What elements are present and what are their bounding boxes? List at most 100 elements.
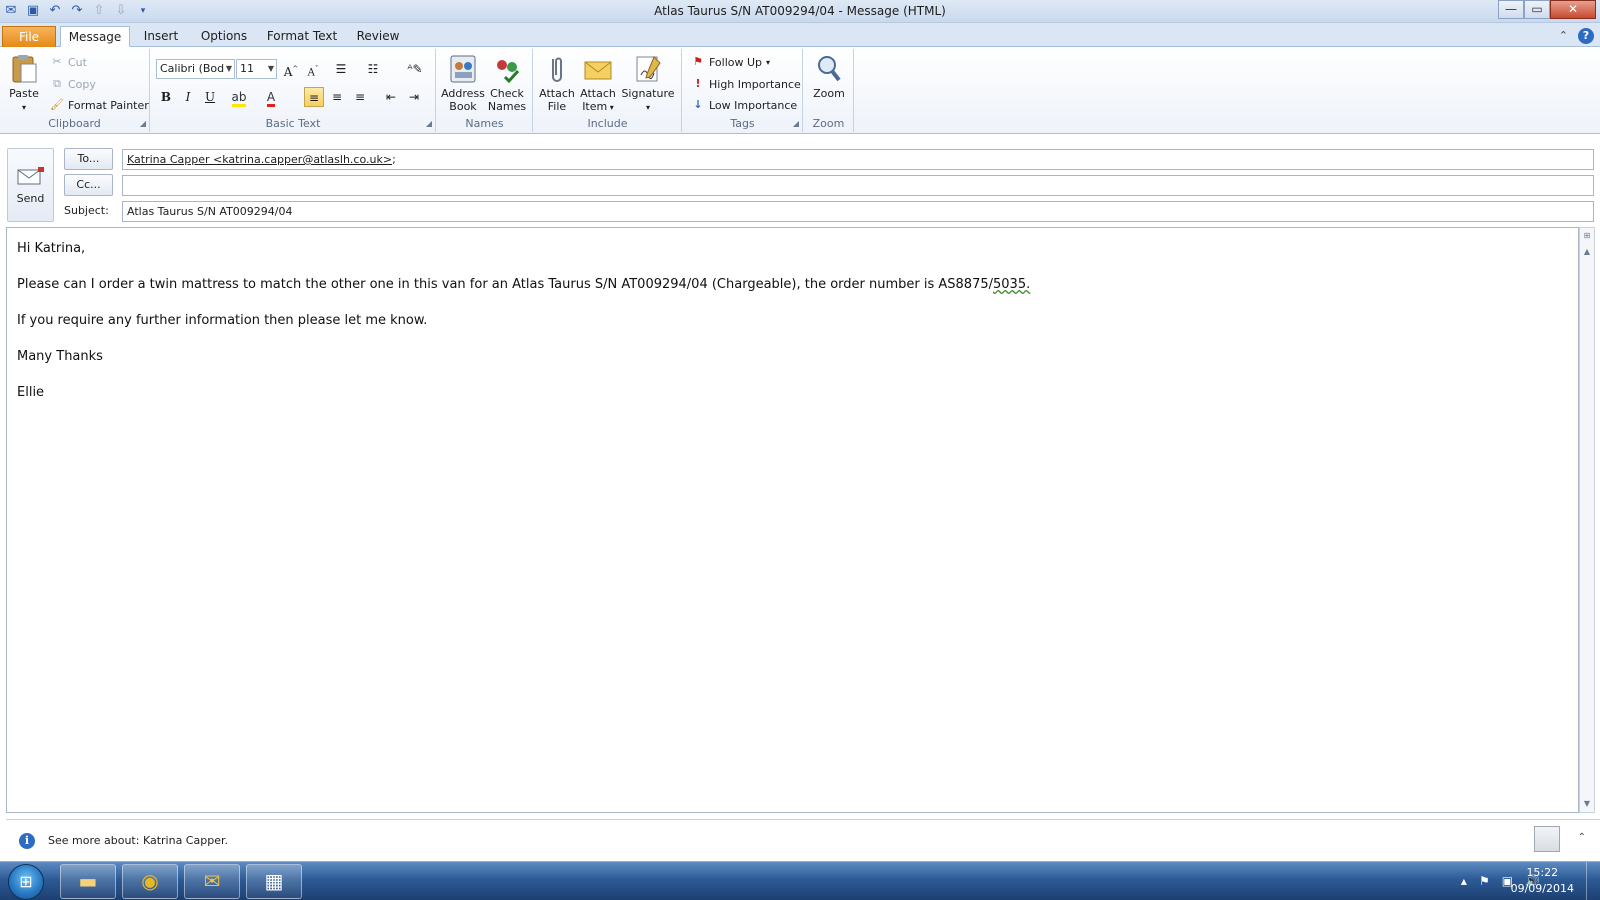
chevron-down-icon: ▼ bbox=[267, 64, 274, 73]
magnifier-icon bbox=[818, 56, 841, 82]
scroll-up-icon[interactable]: ▲ bbox=[1580, 244, 1594, 260]
format-painter-button[interactable]: 🖌 Format Painter bbox=[50, 98, 149, 112]
address-book-label-1: Address bbox=[441, 87, 485, 100]
increase-indent-icon[interactable]: ⇥ bbox=[404, 87, 424, 107]
tab-format-text[interactable]: Format Text bbox=[264, 26, 340, 47]
tray-expand-icon[interactable]: ▴ bbox=[1461, 874, 1467, 888]
taskbar-chrome[interactable]: ◉ bbox=[122, 864, 178, 899]
ruler-toggle-icon[interactable]: ⊞ bbox=[1580, 228, 1594, 244]
check-names-icon bbox=[497, 60, 520, 84]
address-book-icon bbox=[450, 55, 476, 83]
ribbon-tabs: File Message Insert Options Format Text … bbox=[0, 23, 1600, 48]
send-envelope-icon bbox=[17, 167, 44, 185]
minimize-ribbon-icon[interactable]: ⌃ bbox=[1559, 28, 1568, 44]
start-button[interactable]: ⊞ bbox=[8, 864, 44, 900]
info-icon: i bbox=[19, 833, 35, 849]
maximize-button[interactable]: ▭ bbox=[1524, 0, 1550, 19]
attach-file-label-1: Attach bbox=[539, 87, 575, 100]
vertical-scrollbar[interactable]: ⊞ ▲ ▼ bbox=[1579, 227, 1595, 813]
tab-message[interactable]: Message bbox=[60, 26, 130, 48]
close-button[interactable]: ✕ bbox=[1550, 0, 1596, 19]
cut-label: Cut bbox=[68, 55, 87, 69]
attach-file-button[interactable]: Attach File bbox=[536, 53, 578, 113]
font-size-combo[interactable]: 11 ▼ bbox=[236, 59, 277, 79]
shrink-font-icon[interactable]: Aˇ bbox=[303, 59, 323, 79]
font-name-value: Calibri (Bod bbox=[160, 62, 225, 75]
flag-icon: ⚑ bbox=[693, 55, 703, 68]
align-center-icon[interactable]: ≡ bbox=[327, 87, 347, 107]
align-left-icon[interactable]: ≡ bbox=[304, 87, 324, 107]
styles-icon[interactable]: ᴬ✎ bbox=[405, 59, 425, 79]
chevron-up-icon[interactable]: ⌃ bbox=[1578, 832, 1586, 843]
zoom-button[interactable]: Zoom bbox=[806, 53, 852, 100]
attach-file-label-2: File bbox=[547, 100, 567, 113]
subject-label: Subject: bbox=[64, 204, 109, 217]
numbering-icon[interactable]: ☷ bbox=[363, 59, 383, 79]
tab-review[interactable]: Review bbox=[352, 26, 404, 47]
signature-button[interactable]: Signature ▾ bbox=[620, 53, 676, 114]
dialog-launcher-icon[interactable]: ◢ bbox=[426, 119, 432, 128]
zoom-label: Zoom bbox=[813, 87, 845, 100]
action-center-flag-icon[interactable]: ⚑ bbox=[1479, 874, 1490, 888]
paste-button[interactable]: Paste ▾ bbox=[4, 53, 44, 114]
body-greeting: Hi Katrina, bbox=[17, 241, 86, 256]
dialog-launcher-icon[interactable]: ◢ bbox=[140, 119, 146, 128]
to-field[interactable]: Katrina Capper <katrina.capper@atlaslh.c… bbox=[122, 149, 1594, 170]
people-pane: i See more about: Katrina Capper. ⌃ bbox=[6, 819, 1600, 861]
tab-file[interactable]: File bbox=[2, 26, 56, 47]
scroll-down-icon[interactable]: ▼ bbox=[1580, 796, 1594, 812]
minimize-button[interactable]: — bbox=[1498, 0, 1524, 19]
help-icon[interactable]: ? bbox=[1578, 28, 1594, 44]
copy-icon: ⧉ bbox=[53, 77, 61, 90]
taskbar: ⊞ ▬ ◉ ✉ ▦ ▴ ⚑ ▣ 🔊 15:22 09/09/2014 bbox=[0, 861, 1600, 900]
body-signature: Ellie bbox=[17, 385, 45, 400]
decrease-indent-icon[interactable]: ⇤ bbox=[381, 87, 401, 107]
show-desktop-button[interactable] bbox=[1586, 862, 1600, 900]
copy-button[interactable]: ⧉ Copy bbox=[50, 77, 96, 91]
bold-button[interactable]: B bbox=[156, 87, 176, 107]
cc-button[interactable]: Cc... bbox=[64, 174, 113, 196]
include-group-label: Include bbox=[587, 117, 628, 130]
tab-options[interactable]: Options bbox=[196, 26, 252, 47]
follow-up-button[interactable]: ⚑ Follow Up ▾ bbox=[691, 55, 770, 69]
message-body[interactable]: Hi Katrina, Please can I order a twin ma… bbox=[6, 227, 1579, 813]
align-right-icon[interactable]: ≡ bbox=[350, 87, 370, 107]
font-color-icon[interactable]: A bbox=[261, 87, 281, 107]
cut-button[interactable]: ✂ Cut bbox=[50, 55, 87, 69]
attach-item-button[interactable]: Attach Item ▾ bbox=[578, 53, 618, 114]
check-names-label-1: Check bbox=[490, 87, 524, 100]
down-arrow-icon: ↓ bbox=[693, 98, 703, 111]
check-names-button[interactable]: Check Names bbox=[485, 53, 529, 113]
high-importance-button[interactable]: ! High Importance bbox=[691, 77, 801, 91]
low-importance-button[interactable]: ↓ Low Importance bbox=[691, 98, 797, 112]
subject-field[interactable]: Atlas Taurus S/N AT009294/04 bbox=[122, 201, 1594, 222]
taskbar-calendar-app[interactable]: ▦ bbox=[246, 864, 302, 899]
windows-logo-icon: ⊞ bbox=[19, 872, 33, 891]
paste-label: Paste bbox=[9, 87, 39, 100]
taskbar-outlook[interactable]: ✉ bbox=[184, 864, 240, 899]
grow-font-icon[interactable]: A^ bbox=[281, 59, 301, 79]
send-button[interactable]: Send bbox=[7, 148, 54, 222]
paintbrush-icon: 🖌 bbox=[50, 98, 64, 111]
system-clock[interactable]: 15:22 09/09/2014 bbox=[1511, 865, 1574, 897]
highlight-icon[interactable]: ab bbox=[229, 87, 249, 107]
dialog-launcher-icon[interactable]: ◢ bbox=[793, 119, 799, 128]
ribbon: Paste ▾ ✂ Cut ⧉ Copy 🖌 Format Painter Clipbo… bbox=[0, 47, 1600, 134]
paste-icon bbox=[12, 55, 37, 83]
window-title: Atlas Taurus S/N AT009294/04 - Message (… bbox=[654, 4, 946, 18]
see-more-about[interactable]: See more about: Katrina Capper. bbox=[48, 834, 228, 847]
high-importance-label: High Importance bbox=[709, 77, 801, 91]
taskbar-explorer[interactable]: ▬ bbox=[60, 864, 116, 899]
to-button[interactable]: To... bbox=[64, 148, 113, 170]
cc-field[interactable] bbox=[122, 175, 1594, 196]
italic-button[interactable]: I bbox=[178, 87, 198, 107]
recipient-chip[interactable]: Katrina Capper <katrina.capper@atlaslh.c… bbox=[127, 153, 392, 166]
low-importance-label: Low Importance bbox=[709, 98, 798, 112]
bullets-icon[interactable]: ☰ bbox=[331, 59, 351, 79]
avatar[interactable] bbox=[1534, 826, 1560, 852]
tab-insert[interactable]: Insert bbox=[136, 26, 186, 47]
underline-button[interactable]: U bbox=[200, 87, 220, 107]
font-name-combo[interactable]: Calibri (Bod ▼ bbox=[156, 59, 235, 79]
send-label: Send bbox=[16, 192, 45, 205]
address-book-button[interactable]: Address Book bbox=[441, 53, 485, 113]
